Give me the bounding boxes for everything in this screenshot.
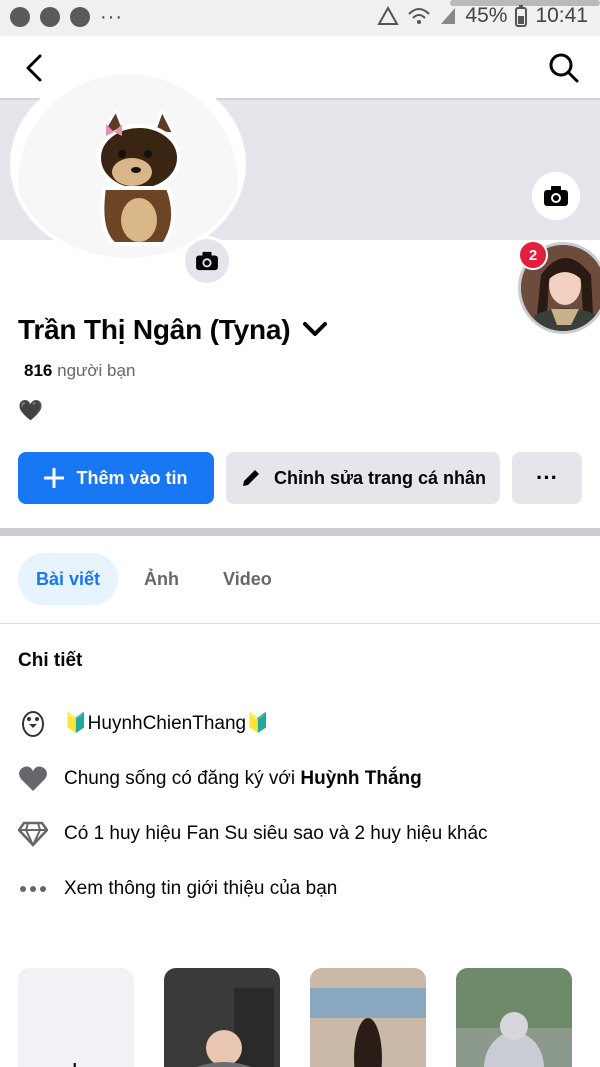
profile-tabs: Bài viết Ảnh Video	[18, 553, 290, 605]
heart-icon	[18, 764, 48, 794]
detail-item-badges[interactable]: Có 1 huy hiệu Fan Su siêu sao và 2 huy h…	[18, 819, 488, 849]
relationship-text: Chung sống có đăng ký với	[64, 768, 301, 789]
profile-picture[interactable]	[10, 66, 246, 262]
featured-card[interactable]	[164, 968, 280, 1067]
featured-photo	[456, 968, 572, 1067]
battery-icon	[515, 5, 528, 27]
featured-card[interactable]	[456, 968, 572, 1067]
section-divider	[0, 528, 600, 536]
add-to-story-button[interactable]: Thêm vào tin	[18, 452, 214, 504]
detail-item-relationship[interactable]: Chung sống có đăng ký với Huỳnh Thắng	[18, 764, 422, 794]
relationship-partner[interactable]: Huỳnh Thắng	[300, 768, 421, 789]
featured-photo	[310, 988, 426, 1067]
pencil-icon	[242, 470, 259, 486]
facebook-icon	[40, 7, 60, 27]
chevron-left-icon	[26, 54, 42, 82]
diamond-icon	[18, 819, 48, 849]
battery-percent: 45%	[465, 4, 508, 27]
edit-avatar-button[interactable]	[182, 236, 232, 286]
back-button[interactable]	[18, 50, 54, 86]
featured-row: +	[18, 968, 572, 1067]
bio: 🖤	[18, 400, 43, 422]
profile-name-row[interactable]: Trần Thị Ngân (Tyna)	[18, 314, 328, 346]
edit-cover-button[interactable]	[530, 170, 582, 222]
status-right: 45% 10:41	[377, 4, 588, 28]
tab-photos[interactable]: Ảnh	[126, 553, 197, 605]
featured-card[interactable]	[310, 968, 426, 1067]
chevron-down-icon[interactable]	[302, 321, 328, 339]
more-dots-icon	[18, 874, 48, 904]
camera-icon	[544, 186, 568, 206]
more-dots-icon: ···	[536, 465, 558, 490]
detail-text: 🔰HuynhChienThang🔰	[64, 713, 270, 734]
add-featured-card[interactable]: +	[18, 968, 134, 1067]
friends-number: 816	[24, 361, 53, 380]
account-icon	[10, 7, 30, 27]
story-count-badge: 2	[518, 240, 548, 270]
plus-icon: +	[66, 1054, 84, 1067]
detail-item-about[interactable]: Xem thông tin giới thiệu của bạn	[18, 874, 337, 904]
profile-name: Trần Thị Ngân (Tyna)	[18, 314, 291, 345]
wifi-icon	[408, 8, 431, 24]
search-button[interactable]	[546, 50, 582, 86]
detail-text: Chung sống có đăng ký với Huỳnh Thắng	[64, 768, 422, 790]
status-left-icons: ···	[10, 7, 123, 27]
featured-photo	[196, 988, 274, 1067]
detail-text: Có 1 huy hiệu Fan Su siêu sao và 2 huy h…	[64, 823, 488, 844]
friends-count[interactable]: 816 người bạn	[24, 361, 135, 381]
clock: 10:41	[535, 4, 588, 27]
more-options-button[interactable]: ···	[512, 452, 582, 504]
tab-videos[interactable]: Video	[205, 553, 290, 605]
detail-item-username[interactable]: 🔰HuynhChienThang🔰	[18, 708, 270, 738]
edit-profile-button[interactable]: Chỉnh sửa trang cá nhân	[226, 452, 500, 504]
details-title: Chi tiết	[18, 650, 83, 671]
tabs-divider	[0, 623, 600, 624]
edit-profile-label: Chỉnh sửa trang cá nhân	[273, 467, 487, 488]
search-icon	[549, 53, 579, 83]
messenger-icon	[70, 7, 90, 27]
penguin-icon	[18, 708, 48, 738]
dog-image	[97, 110, 181, 246]
data-saver-icon	[377, 6, 400, 25]
signal-icon	[441, 8, 456, 24]
plus-icon	[44, 468, 65, 488]
friends-label: người bạn	[57, 361, 136, 380]
status-more-icon: ···	[100, 6, 123, 28]
status-bar: ··· 45% 10:41	[0, 0, 600, 36]
add-to-story-label: Thêm vào tin	[76, 467, 188, 488]
camera-icon	[196, 251, 218, 271]
tab-posts[interactable]: Bài viết	[18, 553, 119, 605]
detail-text: Xem thông tin giới thiệu của bạn	[64, 878, 338, 899]
